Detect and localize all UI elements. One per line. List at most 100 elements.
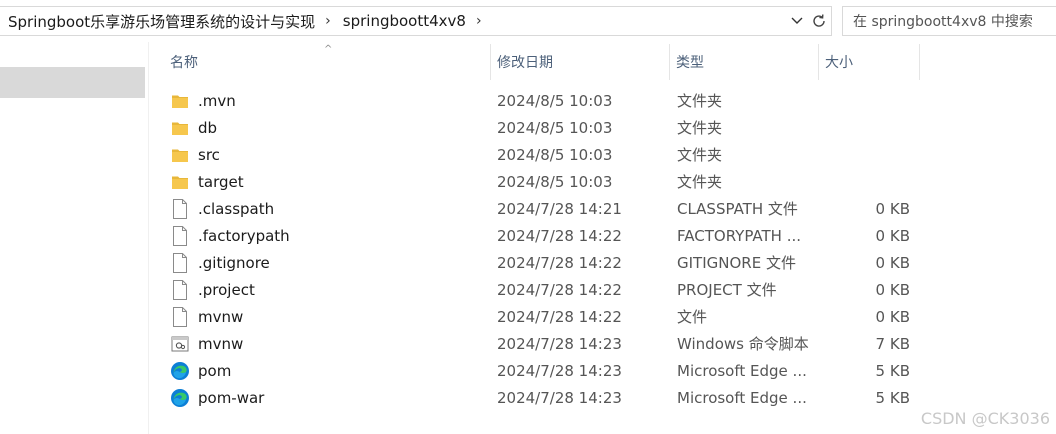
address-history-dropdown-icon[interactable] (789, 13, 805, 29)
file-name: .classpath (198, 199, 275, 218)
file-row[interactable]: db 2024/8/5 10:03 文件夹 (148, 114, 1056, 141)
file-size (818, 87, 910, 114)
file-icon (170, 279, 190, 300)
edge-icon (170, 388, 190, 408)
file-name: db (198, 118, 218, 137)
refresh-icon[interactable] (809, 11, 829, 31)
file-type: CLASSPATH 文件 (677, 200, 798, 218)
file-date: 2024/7/28 14:23 (497, 361, 622, 380)
file-row[interactable]: .factorypath 2024/7/28 14:22 FACTORYPATH .… (148, 222, 1056, 249)
breadcrumb-item[interactable]: Springboot乐享游乐场管理系统的设计与实现 (0, 11, 321, 32)
file-icon (170, 306, 190, 327)
file-size (818, 168, 910, 195)
file-explorer-window: Springboot乐享游乐场管理系统的设计与实现 › springboott4… (0, 0, 1056, 434)
file-size (818, 141, 910, 168)
file-row[interactable]: .mvn 2024/8/5 10:03 文件夹 (148, 87, 1056, 114)
file-size: 0 KB (875, 307, 910, 326)
file-type: Microsoft Edge ... (677, 388, 807, 407)
file-date: 2024/8/5 10:03 (497, 172, 613, 191)
file-type: 文件夹 (677, 173, 723, 191)
column-header-type[interactable]: 类型 (670, 42, 818, 82)
column-header-size[interactable]: 大小 (819, 42, 919, 82)
nav-selected-item[interactable] (0, 67, 145, 98)
file-row[interactable]: mvnw 2024/7/28 14:23 Windows 命令脚本 7 KB (148, 330, 1056, 357)
file-size: 7 KB (875, 334, 910, 353)
breadcrumb-chevron-icon[interactable]: › (321, 14, 335, 28)
file-date: 2024/7/28 14:23 (497, 334, 622, 353)
file-name: .mvn (198, 91, 236, 110)
file-size (818, 114, 910, 141)
file-name: pom (198, 361, 232, 380)
file-icon (170, 225, 190, 246)
file-name-cell[interactable]: .gitignore (170, 249, 270, 276)
address-bar[interactable]: Springboot乐享游乐场管理系统的设计与实现 › springboott4… (0, 6, 832, 36)
file-name-cell[interactable]: .project (170, 276, 255, 303)
file-type: 文件夹 (677, 92, 723, 110)
address-toolbar: Springboot乐享游乐场管理系统的设计与实现 › springboott4… (0, 0, 1056, 42)
file-row[interactable]: mvnw 2024/7/28 14:22 文件 0 KB (148, 303, 1056, 330)
file-row[interactable]: pom-war 2024/7/28 14:23 Microsoft Edge ...… (148, 384, 1056, 411)
column-header-size-label: 大小 (825, 55, 853, 71)
file-name-cell[interactable]: mvnw (170, 303, 243, 330)
column-headers: ^ 名称 修改日期 类型 大小 (148, 42, 1056, 82)
folder-icon (170, 118, 190, 138)
file-name: .gitignore (198, 253, 270, 272)
file-name-cell[interactable]: .classpath (170, 195, 274, 222)
folder-icon (170, 172, 190, 192)
edge-icon (170, 361, 190, 381)
navigation-pane[interactable] (0, 42, 149, 434)
file-date: 2024/8/5 10:03 (497, 118, 613, 137)
file-name: src (198, 145, 220, 164)
script-icon (170, 334, 190, 354)
file-size: 0 KB (875, 226, 910, 245)
file-name-cell[interactable]: .mvn (170, 87, 236, 114)
file-name-cell[interactable]: pom-war (170, 384, 264, 411)
breadcrumb-item[interactable]: springboott4xv8 (335, 12, 472, 30)
file-row[interactable]: .gitignore 2024/7/28 14:22 GITIGNORE 文件 0 K… (148, 249, 1056, 276)
file-type: Microsoft Edge ... (677, 361, 807, 380)
file-size: 5 KB (875, 388, 910, 407)
file-name: mvnw (198, 307, 244, 326)
file-row[interactable]: .classpath 2024/7/28 14:21 CLASSPATH 文件 0 K… (148, 195, 1056, 222)
file-type: PROJECT 文件 (677, 281, 777, 299)
file-type: GITIGNORE 文件 (677, 254, 796, 272)
file-type: FACTORYPATH ... (677, 226, 802, 245)
file-name-cell[interactable]: pom (170, 357, 231, 384)
watermark: CSDN @CK3036 (920, 409, 1050, 428)
breadcrumb-chevron-icon[interactable]: › (472, 14, 486, 28)
file-date: 2024/7/28 14:22 (497, 253, 622, 272)
file-name-cell[interactable]: src (170, 141, 220, 168)
file-name-cell[interactable]: .factorypath (170, 222, 290, 249)
file-row[interactable]: target 2024/8/5 10:03 文件夹 (148, 168, 1056, 195)
column-header-date[interactable]: 修改日期 (491, 42, 669, 82)
file-name-cell[interactable]: target (170, 168, 244, 195)
file-icon (170, 198, 190, 219)
file-name-cell[interactable]: db (170, 114, 217, 141)
search-input[interactable]: 在 springboott4xv8 中搜索 (842, 6, 1056, 36)
file-date: 2024/7/28 14:22 (497, 226, 622, 245)
file-name: mvnw (198, 334, 244, 353)
folder-icon (170, 91, 190, 111)
column-header-name-label: 名称 (170, 55, 198, 71)
file-type: 文件 (677, 308, 708, 326)
file-date: 2024/7/28 14:22 (497, 280, 622, 299)
file-date: 2024/8/5 10:03 (497, 145, 613, 164)
file-size: 0 KB (875, 280, 910, 299)
file-name-cell[interactable]: mvnw (170, 330, 243, 357)
column-divider[interactable] (919, 44, 920, 80)
file-type: 文件夹 (677, 119, 723, 137)
file-row[interactable]: pom 2024/7/28 14:23 Microsoft Edge ... 5 KB (148, 357, 1056, 384)
file-row[interactable]: src 2024/8/5 10:03 文件夹 (148, 141, 1056, 168)
file-size: 5 KB (875, 361, 910, 380)
file-date: 2024/8/5 10:03 (497, 91, 613, 110)
file-icon (170, 252, 190, 273)
file-row[interactable]: .project 2024/7/28 14:22 PROJECT 文件 0 KB (148, 276, 1056, 303)
file-size: 0 KB (875, 253, 910, 272)
file-list: .mvn 2024/8/5 10:03 文件夹 db 2024/8/5 10:03 文件夹… (148, 87, 1056, 411)
file-name: .project (198, 280, 255, 299)
column-header-date-label: 修改日期 (497, 55, 553, 71)
column-header-name[interactable]: 名称 (164, 42, 494, 82)
folder-icon (170, 145, 190, 165)
file-date: 2024/7/28 14:21 (497, 199, 622, 218)
file-size: 0 KB (875, 199, 910, 218)
